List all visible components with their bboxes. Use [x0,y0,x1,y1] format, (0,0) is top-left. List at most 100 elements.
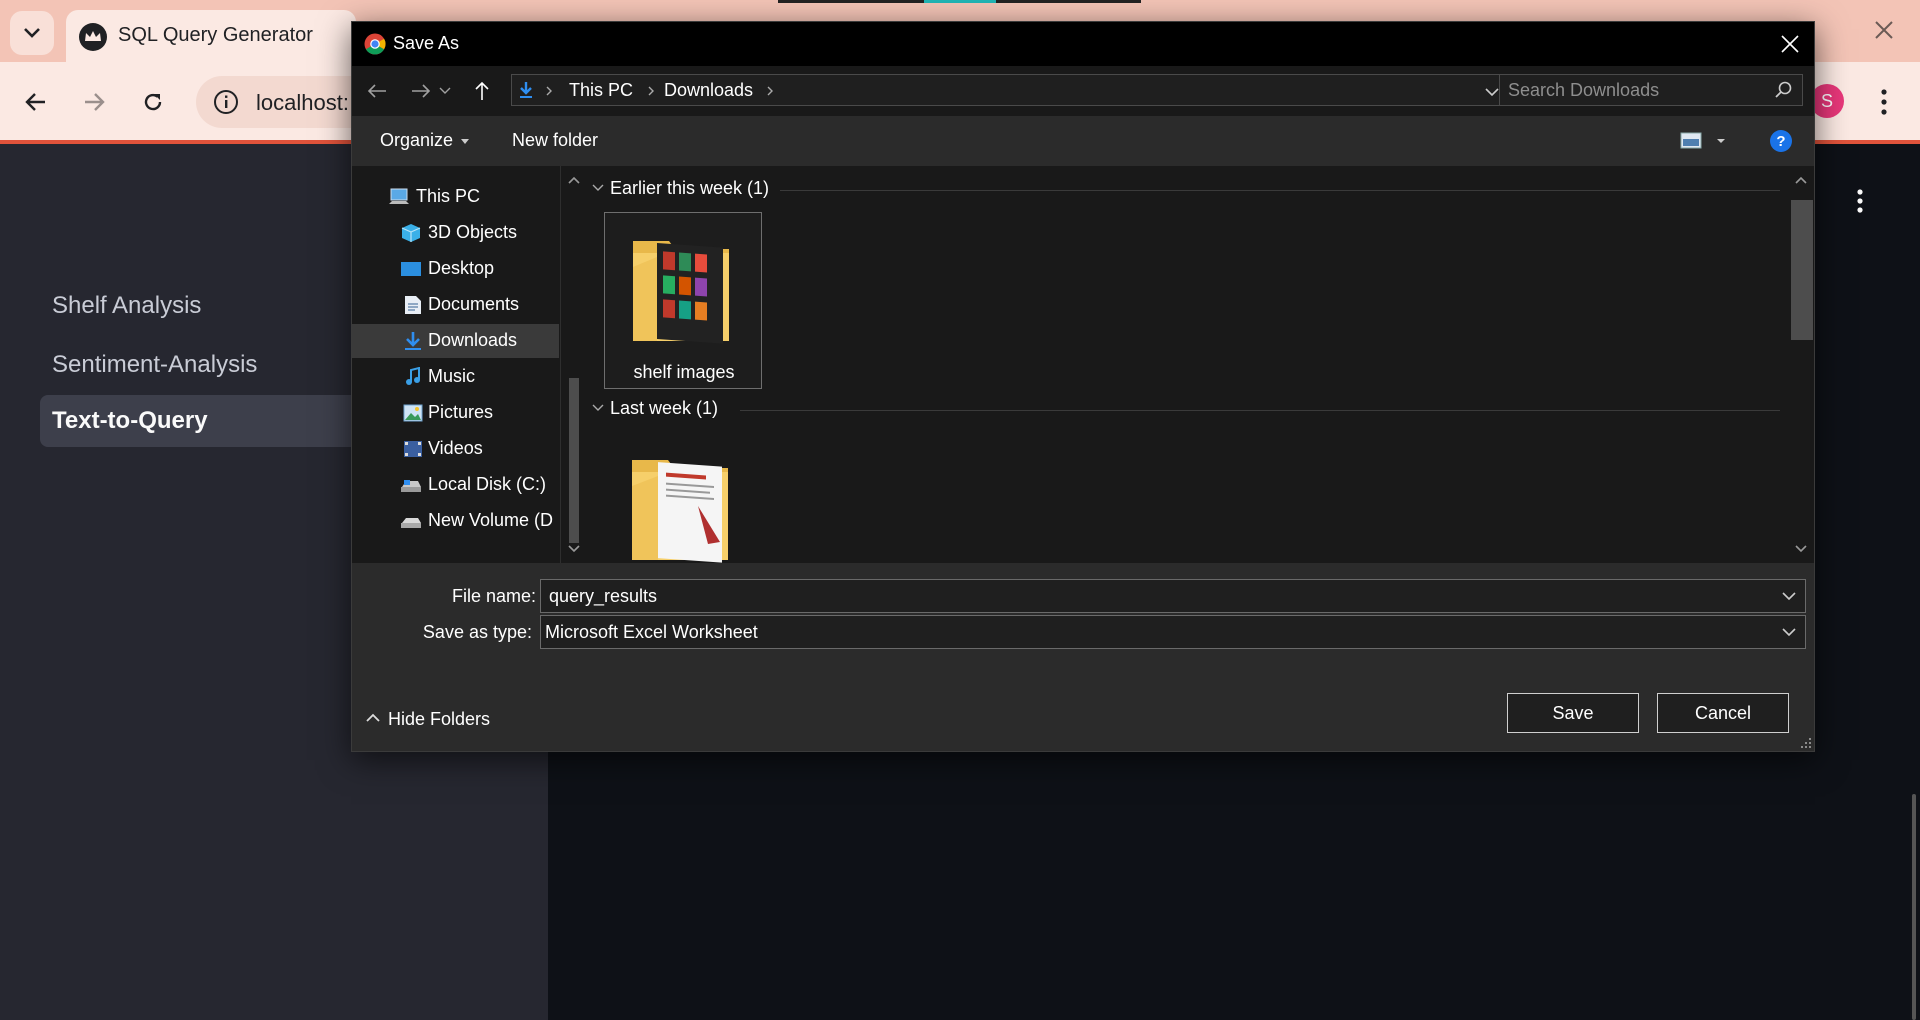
chevron-down-icon [592,184,604,191]
save-type-label: Save as type: [422,622,532,642]
dialog-address-row: This PC Downloads [352,66,1814,116]
nav-label: Pictures [428,402,494,422]
dialog-close-button[interactable] [1770,26,1810,62]
arrow-right-icon [412,84,431,98]
arrow-up-icon [475,81,489,100]
main-scrollbar[interactable] [1912,794,1916,1020]
window-close-button[interactable] [1866,12,1902,48]
up-folder-button[interactable] [467,76,497,106]
group-header-label: Last week (1) [610,398,719,418]
chevron-right-icon [648,86,654,96]
dialog-command-bar: Organize New folder ? [352,116,1814,166]
nav-item-local-disk-c[interactable]: Local Disk (C:) [352,468,559,502]
nav-item-desktop[interactable]: Desktop [352,252,559,286]
info-icon[interactable] [212,88,240,116]
nav-label: Downloads [428,330,518,350]
drive-icon [401,480,421,492]
file-name-field[interactable] [540,579,1806,613]
dialog-title: Save As [393,33,460,53]
streamlit-crown-icon [79,23,107,51]
file-name-input[interactable] [549,580,1769,612]
organize-label: Organize [380,130,454,150]
new-folder-button[interactable]: New folder [512,130,598,151]
reload-button[interactable] [133,82,173,122]
download-icon [405,332,421,350]
close-icon [1875,21,1893,39]
group-header-label: Earlier this week (1) [610,178,770,198]
save-button[interactable]: Save [1507,693,1639,733]
nav-item-downloads[interactable]: Downloads [352,324,559,358]
browser-tab[interactable]: SQL Query Generator [66,10,356,62]
folder-icon [632,460,728,563]
tab-search-button[interactable] [10,11,54,55]
scrollbar-thumb[interactable] [569,378,579,543]
chrome-icon [364,33,386,55]
breadcrumb-downloads[interactable]: Downloads [664,80,753,101]
chevron-down-icon [24,28,40,38]
back-button[interactable] [16,82,56,122]
help-button[interactable]: ? [1770,130,1792,152]
pictures-icon [403,404,423,422]
file-name: shelf images [633,362,735,382]
file-name-label: File name: [452,586,537,606]
chevron-down-icon [439,87,451,94]
organize-button[interactable]: Organize [380,130,470,151]
dialog-forward-button[interactable] [406,76,436,106]
browser-menu-button[interactable] [1868,82,1900,122]
nav-label: New Volume (D [428,510,554,530]
nav-item-3d-objects[interactable]: 3D Objects [352,216,559,250]
arrow-right-icon [85,93,105,111]
search-input[interactable] [1508,75,1768,105]
nav-label: 3D Objects [428,222,518,242]
save-type-value: Microsoft Excel Worksheet [545,622,758,642]
video-icon [404,441,422,457]
folder-unnamed[interactable] [604,432,762,563]
nav-item-music[interactable]: Music [352,360,559,394]
nav-item-documents[interactable]: Documents [352,288,559,322]
document-icon [405,296,421,314]
chevron-up-icon[interactable] [1794,174,1808,186]
hide-folders-button[interactable]: Hide Folders [366,709,490,730]
nav-label: Desktop [428,258,495,278]
nav-label: Videos [428,438,483,458]
chevron-right-icon [546,86,552,96]
nav-item-videos[interactable]: Videos [352,432,559,466]
save-type-select[interactable]: Microsoft Excel Worksheet [540,615,1806,649]
dialog-search[interactable] [1499,74,1803,106]
nav-pane-scrollbar[interactable] [561,166,586,563]
chevron-down-icon[interactable] [1781,590,1797,602]
nav-item-this-pc[interactable]: This PC [352,180,559,214]
dialog-back-button[interactable] [362,76,392,106]
chevron-up-icon[interactable] [567,174,581,186]
breadcrumb-this-pc[interactable]: This PC [569,80,633,101]
nav-item-new-volume-d[interactable]: New Volume (D [352,504,559,538]
nav-item-pictures[interactable]: Pictures [352,396,559,430]
close-icon [1781,35,1799,53]
resize-grip-icon[interactable] [1800,737,1812,749]
change-view-button[interactable] [1679,130,1731,152]
reload-icon [144,93,162,111]
tab-title: SQL Query Generator [118,24,313,46]
profile-avatar[interactable]: S [1810,84,1844,118]
forward-button[interactable] [74,82,114,122]
folder-icon [633,241,729,344]
chevron-up-icon [366,713,380,722]
chevron-down-icon[interactable] [1781,626,1797,638]
save-as-dialog: Save As This PC Downloads Search Downloa… [351,21,1815,752]
more-vertical-icon [1881,89,1887,115]
scrollbar-thumb[interactable] [1791,200,1813,340]
caret-down-icon [461,138,470,144]
recent-locations-button[interactable] [436,76,454,106]
chevron-down-icon [592,404,604,411]
chevron-down-icon[interactable] [1794,543,1808,555]
breadcrumb[interactable]: This PC Downloads [511,74,1536,106]
cancel-button[interactable]: Cancel [1657,693,1789,733]
folder-shelf-images[interactable]: shelf images [604,212,762,389]
chevron-down-icon[interactable] [567,543,581,555]
file-list-scrollbar[interactable] [1788,166,1814,563]
nav-label: Local Disk (C:) [428,474,547,494]
app-main-menu-button[interactable] [1848,186,1872,216]
nav-label: Documents [428,294,520,314]
file-list: Earlier this week (1) shelf images Last … [586,166,1788,563]
download-icon [520,82,532,98]
